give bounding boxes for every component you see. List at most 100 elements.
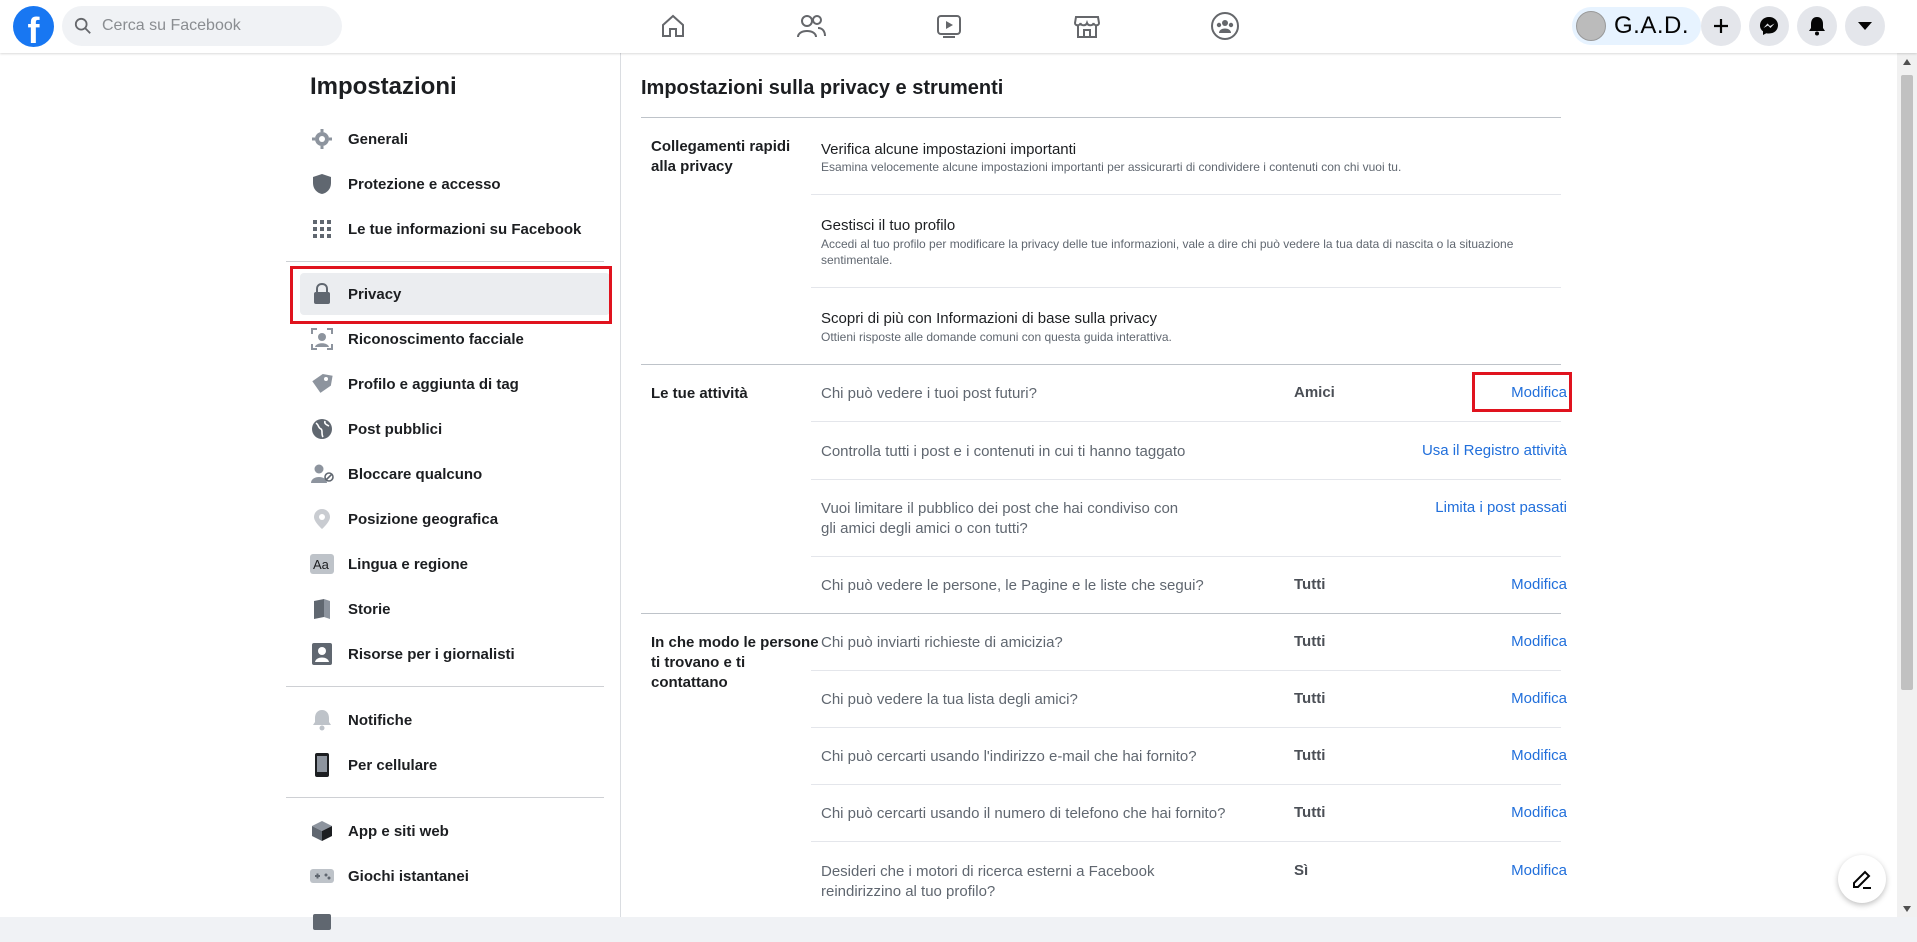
sidebar-item-label: Notifiche xyxy=(348,711,413,729)
row-divider xyxy=(811,841,1561,842)
sidebar-item-post-pubblici[interactable]: Post pubblici xyxy=(300,408,610,450)
sidebar-item-notifiche[interactable]: Notifiche xyxy=(300,699,610,741)
location-pin-icon xyxy=(308,505,336,533)
page-scrollbar[interactable] xyxy=(1897,53,1917,917)
setting-value: Amici xyxy=(1294,384,1335,401)
row-divider xyxy=(811,556,1561,557)
nav-tab-friends[interactable] xyxy=(781,6,841,46)
sidebar-item-label: Bloccare qualcuno xyxy=(348,465,483,483)
profile-shortcut[interactable]: G.A.D. xyxy=(1572,7,1702,45)
sidebar-item-posizione[interactable]: Posizione geografica xyxy=(300,498,610,540)
row-divider xyxy=(811,421,1561,422)
sidebar-item-lingua[interactable]: Aa Lingua e regione xyxy=(300,543,610,585)
chevron-down-icon xyxy=(1858,22,1872,30)
new-message-button[interactable] xyxy=(1838,855,1886,903)
scroll-down-arrow-icon[interactable] xyxy=(1897,900,1917,917)
sidebar-divider xyxy=(286,797,604,798)
nav-tab-marketplace[interactable] xyxy=(1057,6,1117,46)
plus-icon xyxy=(1714,19,1728,33)
section-divider xyxy=(641,117,1561,118)
quick-link-desc: Accedi al tuo profilo per modificare la … xyxy=(821,237,1514,267)
sidebar-item-informazioni[interactable]: Le tue informazioni su Facebook xyxy=(300,208,610,250)
activity-log-link[interactable]: Usa il Registro attività xyxy=(1422,442,1567,459)
limit-past-posts-link[interactable]: Limita i post passati xyxy=(1435,499,1567,516)
search-input[interactable] xyxy=(100,16,324,36)
scrollbar-thumb[interactable] xyxy=(1901,75,1913,690)
quick-link-desc: Esamina velocemente alcune impostazioni … xyxy=(821,160,1402,174)
sidebar-item-profilo-tag[interactable]: Profilo e aggiunta di tag xyxy=(300,363,610,405)
create-button[interactable] xyxy=(1701,6,1741,46)
section-divider xyxy=(641,364,1561,365)
sidebar-item-label: Risorse per i giornalisti xyxy=(348,645,515,663)
quick-link-title[interactable]: Gestisci il tuo profilo xyxy=(821,217,955,234)
notifications-icon xyxy=(1809,17,1825,36)
sidebar-item-protezione[interactable]: Protezione e accesso xyxy=(300,163,610,205)
setting-question: Vuoi limitare il pubblico dei post che h… xyxy=(821,500,1179,537)
user-name: G.A.D. xyxy=(1614,12,1690,39)
sidebar-item-generali[interactable]: Generali xyxy=(300,118,610,160)
edit-link[interactable]: Modifica xyxy=(1511,384,1567,401)
sidebar-item-label: Lingua e regione xyxy=(348,555,469,573)
section-divider xyxy=(641,613,1561,614)
quick-link-title[interactable]: Scopri di più con Informazioni di base s… xyxy=(821,310,1157,327)
edit-link[interactable]: Modifica xyxy=(1511,747,1567,764)
sidebar-item-label: Le tue informazioni su Facebook xyxy=(348,220,582,238)
sidebar-item-privacy[interactable]: Privacy xyxy=(300,273,610,315)
sidebar-item-cellulare[interactable]: Per cellulare xyxy=(300,744,610,786)
sidebar-item-next[interactable] xyxy=(300,900,610,942)
gamepad-icon xyxy=(308,862,336,890)
block-user-icon xyxy=(308,460,336,488)
sidebar-item-label: Generali xyxy=(348,130,409,148)
setting-value: Tutti xyxy=(1294,576,1326,593)
messenger-button[interactable] xyxy=(1749,6,1789,46)
sidebar-item-storie[interactable]: Storie xyxy=(300,588,610,630)
sidebar-item-bloccare[interactable]: Bloccare qualcuno xyxy=(300,453,610,495)
mobile-icon xyxy=(308,751,336,779)
edit-link[interactable]: Modifica xyxy=(1511,690,1567,707)
setting-question: Chi può inviarti richieste di amicizia? xyxy=(821,634,1063,651)
sidebar-item-riconoscimento[interactable]: Riconoscimento facciale xyxy=(300,318,610,360)
face-recognition-icon xyxy=(308,325,336,353)
row-divider xyxy=(811,479,1561,480)
edit-link[interactable]: Modifica xyxy=(1511,576,1567,593)
settings-sidebar: Impostazioni Generali Protezione e acces… xyxy=(0,53,621,930)
nav-tab-groups[interactable] xyxy=(1195,6,1255,46)
page-title: Impostazioni sulla privacy e strumenti xyxy=(641,77,1004,99)
nav-tab-home[interactable] xyxy=(643,6,703,46)
section-label-activity: Le tue attività xyxy=(651,385,748,402)
messenger-icon xyxy=(1760,17,1778,35)
top-navigation-bar: f G.A.D. xyxy=(0,0,1917,53)
sidebar-item-giochi[interactable]: Giochi istantanei xyxy=(300,855,610,897)
sidebar-item-label: Storie xyxy=(348,600,391,618)
nav-tab-watch[interactable] xyxy=(919,6,979,46)
account-menu-button[interactable] xyxy=(1845,6,1885,46)
section-label-contact: In che modo le persone ti trovano e ti c… xyxy=(651,634,819,691)
lock-icon xyxy=(308,280,336,308)
svg-text:Aa: Aa xyxy=(313,557,330,572)
search-icon xyxy=(74,17,91,34)
avatar xyxy=(1576,11,1606,41)
search-bar[interactable] xyxy=(62,6,342,46)
setting-question: Chi può cercarti usando il numero di tel… xyxy=(821,805,1226,822)
sidebar-title: Impostazioni xyxy=(310,73,457,100)
friends-icon xyxy=(797,15,826,38)
notifications-button[interactable] xyxy=(1797,6,1837,46)
sidebar-item-giornalisti[interactable]: Risorse per i giornalisti xyxy=(300,633,610,675)
setting-question: Controlla tutti i post e i contenuti in … xyxy=(821,443,1186,460)
scroll-up-arrow-icon[interactable] xyxy=(1897,53,1917,70)
globe-icon xyxy=(308,415,336,443)
cube-icon xyxy=(308,817,336,845)
facebook-logo[interactable]: f xyxy=(13,6,54,47)
quick-link-title[interactable]: Verifica alcune impostazioni importanti xyxy=(821,141,1076,158)
setting-value: Tutti xyxy=(1294,804,1326,821)
row-divider xyxy=(811,727,1561,728)
setting-value: Tutti xyxy=(1294,747,1326,764)
sidebar-item-app-siti[interactable]: App e siti web xyxy=(300,810,610,852)
edit-link[interactable]: Modifica xyxy=(1511,633,1567,650)
section-label-quick-links: Collegamenti rapidi alla privacy xyxy=(651,138,791,175)
row-divider xyxy=(811,784,1561,785)
row-divider xyxy=(811,287,1561,288)
edit-link[interactable]: Modifica xyxy=(1511,862,1567,879)
edit-link[interactable]: Modifica xyxy=(1511,804,1567,821)
sidebar-item-label: Per cellulare xyxy=(348,756,438,774)
